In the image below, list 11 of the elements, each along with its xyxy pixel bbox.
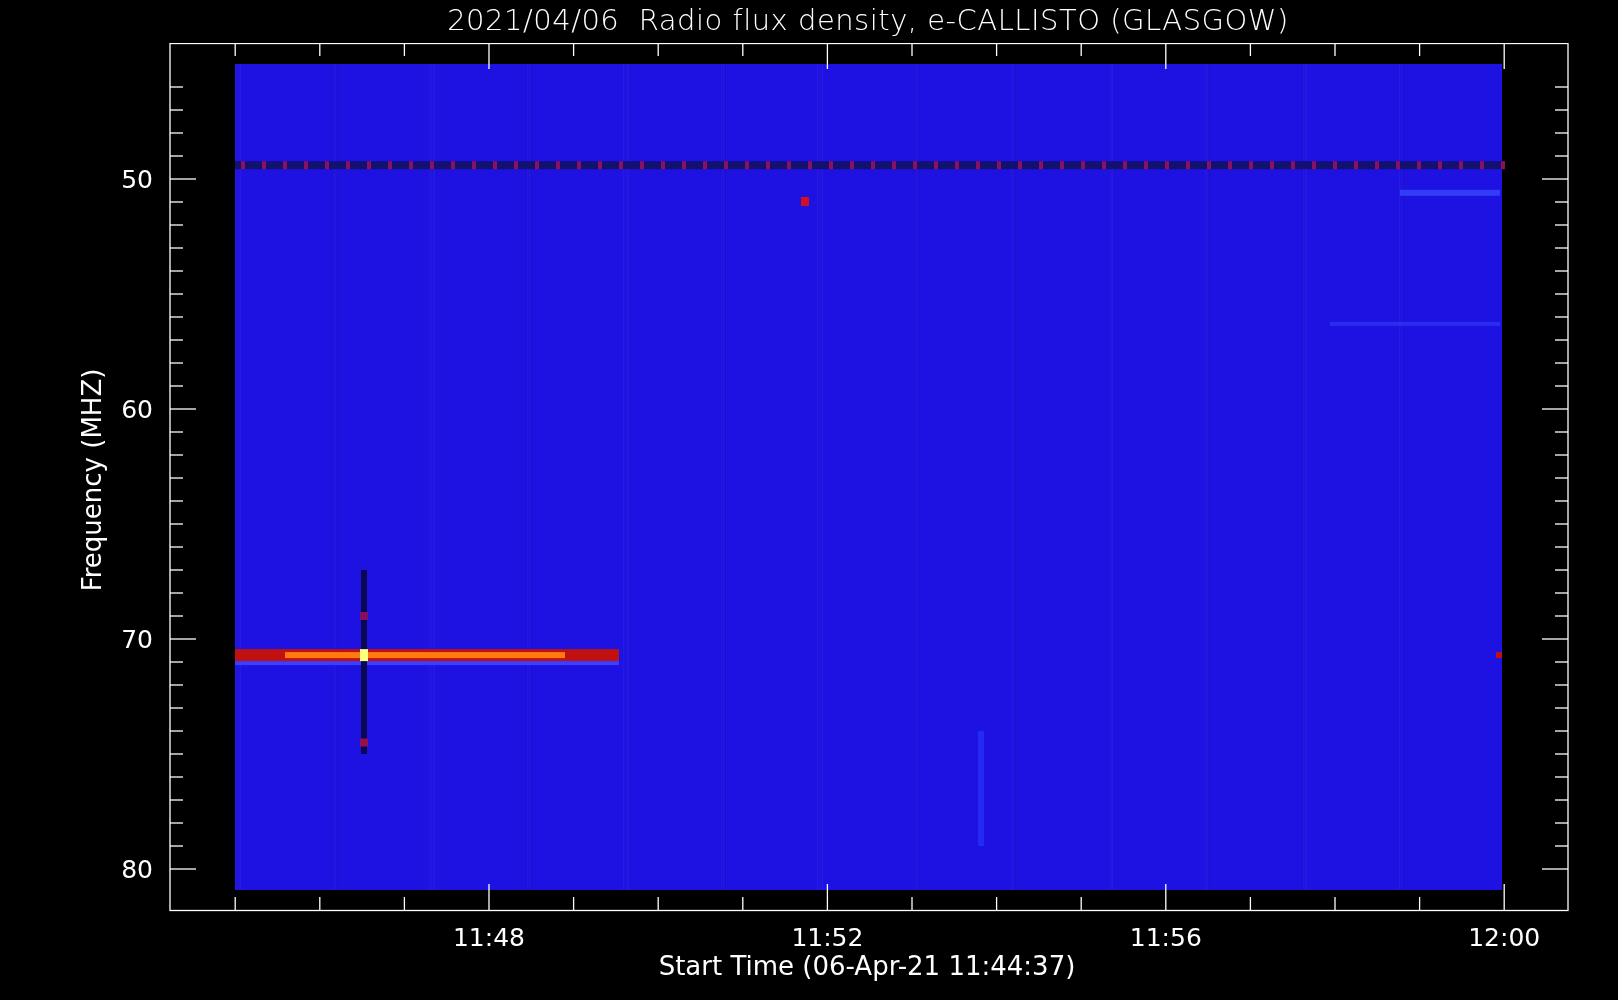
plot-title: 2021/04/06 Radio flux density, e-CALLISTO (GLASGOW) [447,2,1289,39]
x-axis-label: Start Time (06-Apr-21 11:44:37) [658,951,1076,981]
tick-label: 11:48 [453,923,525,952]
tick-label: 70 [121,625,153,654]
tick-label: 60 [121,395,153,424]
tick-label: 11:56 [1129,923,1202,952]
tick-label: 80 [121,855,153,884]
tick-label: 12:00 [1468,923,1541,952]
y-axis-label: Frequency (MHZ) [77,368,107,592]
tick-label: 11:52 [791,923,864,952]
tick-label: 50 [121,165,153,194]
